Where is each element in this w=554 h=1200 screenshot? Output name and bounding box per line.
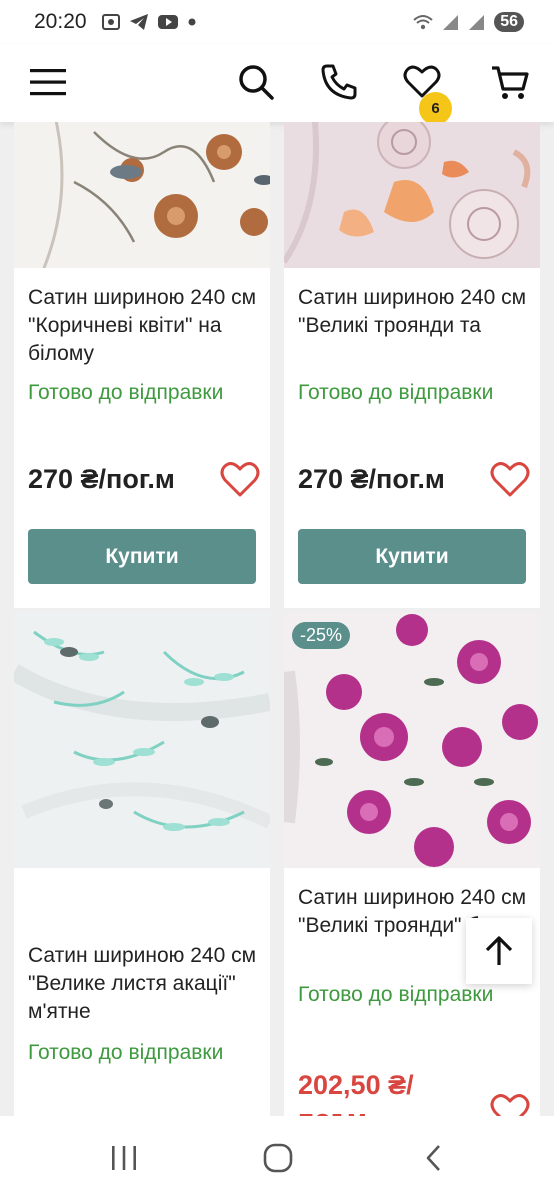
status-left-icons [101,13,197,31]
add-to-wishlist-heart-icon[interactable] [490,462,530,498]
product-card[interactable]: Сатин шириною 240 см "Коричневі квіти" н… [14,122,270,608]
availability-status: Готово до відправки [28,381,224,404]
buy-button[interactable]: Купити [28,529,256,584]
product-image-brown-flowers[interactable] [14,122,270,268]
product-card[interactable]: Сатин шириною 240 см "Великі троянди та … [284,122,540,608]
product-title[interactable]: Сатин шириною 240 см "Велике листя акаці… [28,942,264,1026]
product-card[interactable]: -25% Сатин шириною 240 см "Великі троянд… [284,612,540,1116]
status-right-icons: 56 [412,12,524,32]
product-title[interactable]: Сатин шириною 240 см "Великі троянди та [298,284,534,340]
telegram-icon [129,14,148,30]
menu-icon[interactable] [26,60,70,104]
discount-badge: -25% [292,622,351,649]
product-price: 202,50 ₴/ пог.м [298,1068,414,1116]
back-icon[interactable] [414,1142,454,1174]
wifi-icon [413,15,433,30]
cart-icon[interactable] [488,60,532,104]
youtube-icon [157,15,178,29]
product-image-big-roses[interactable] [284,122,540,268]
availability-status: Готово до відправки [28,1041,224,1064]
phone-icon[interactable] [317,60,361,104]
product-title[interactable]: Сатин шириною 240 см "Коричневі квіти" н… [28,284,264,368]
arrow-up-icon [485,936,513,965]
product-card[interactable]: Сатин шириною 240 см "Велике листя акаці… [14,612,270,1116]
product-image-lilac-roses[interactable]: -25% [284,612,540,868]
status-bar: 20:20 56 [0,0,554,44]
product-price: 270 ₴/пог.м [28,464,175,494]
wishlist-count-badge: 6 [419,92,452,125]
price-unit: пог.м [298,1102,414,1116]
search-icon[interactable] [234,60,278,104]
home-icon[interactable] [258,1142,298,1174]
signal-icon [443,15,459,30]
price-amount: 202,50 ₴/ [298,1070,414,1100]
availability-status: Готово до відправки [298,983,494,1006]
product-price: 270 ₴/пог.м [298,464,445,494]
scroll-to-top-button[interactable] [466,918,532,984]
buy-button[interactable]: Купити [298,529,526,584]
add-to-wishlist-heart-icon[interactable] [220,462,260,498]
battery-level: 56 [494,12,524,32]
dot-icon [188,18,196,26]
add-to-wishlist-heart-icon[interactable] [490,1094,530,1116]
status-time: 20:20 [34,10,87,33]
product-image-mint-leaves[interactable] [14,612,270,868]
screenshot-icon [101,14,120,30]
availability-status: Готово до відправки [298,381,494,404]
signal-icon [469,15,485,30]
system-navigation-bar [0,1116,554,1200]
recent-apps-icon[interactable] [104,1142,144,1174]
app-header: 6 [0,44,554,125]
